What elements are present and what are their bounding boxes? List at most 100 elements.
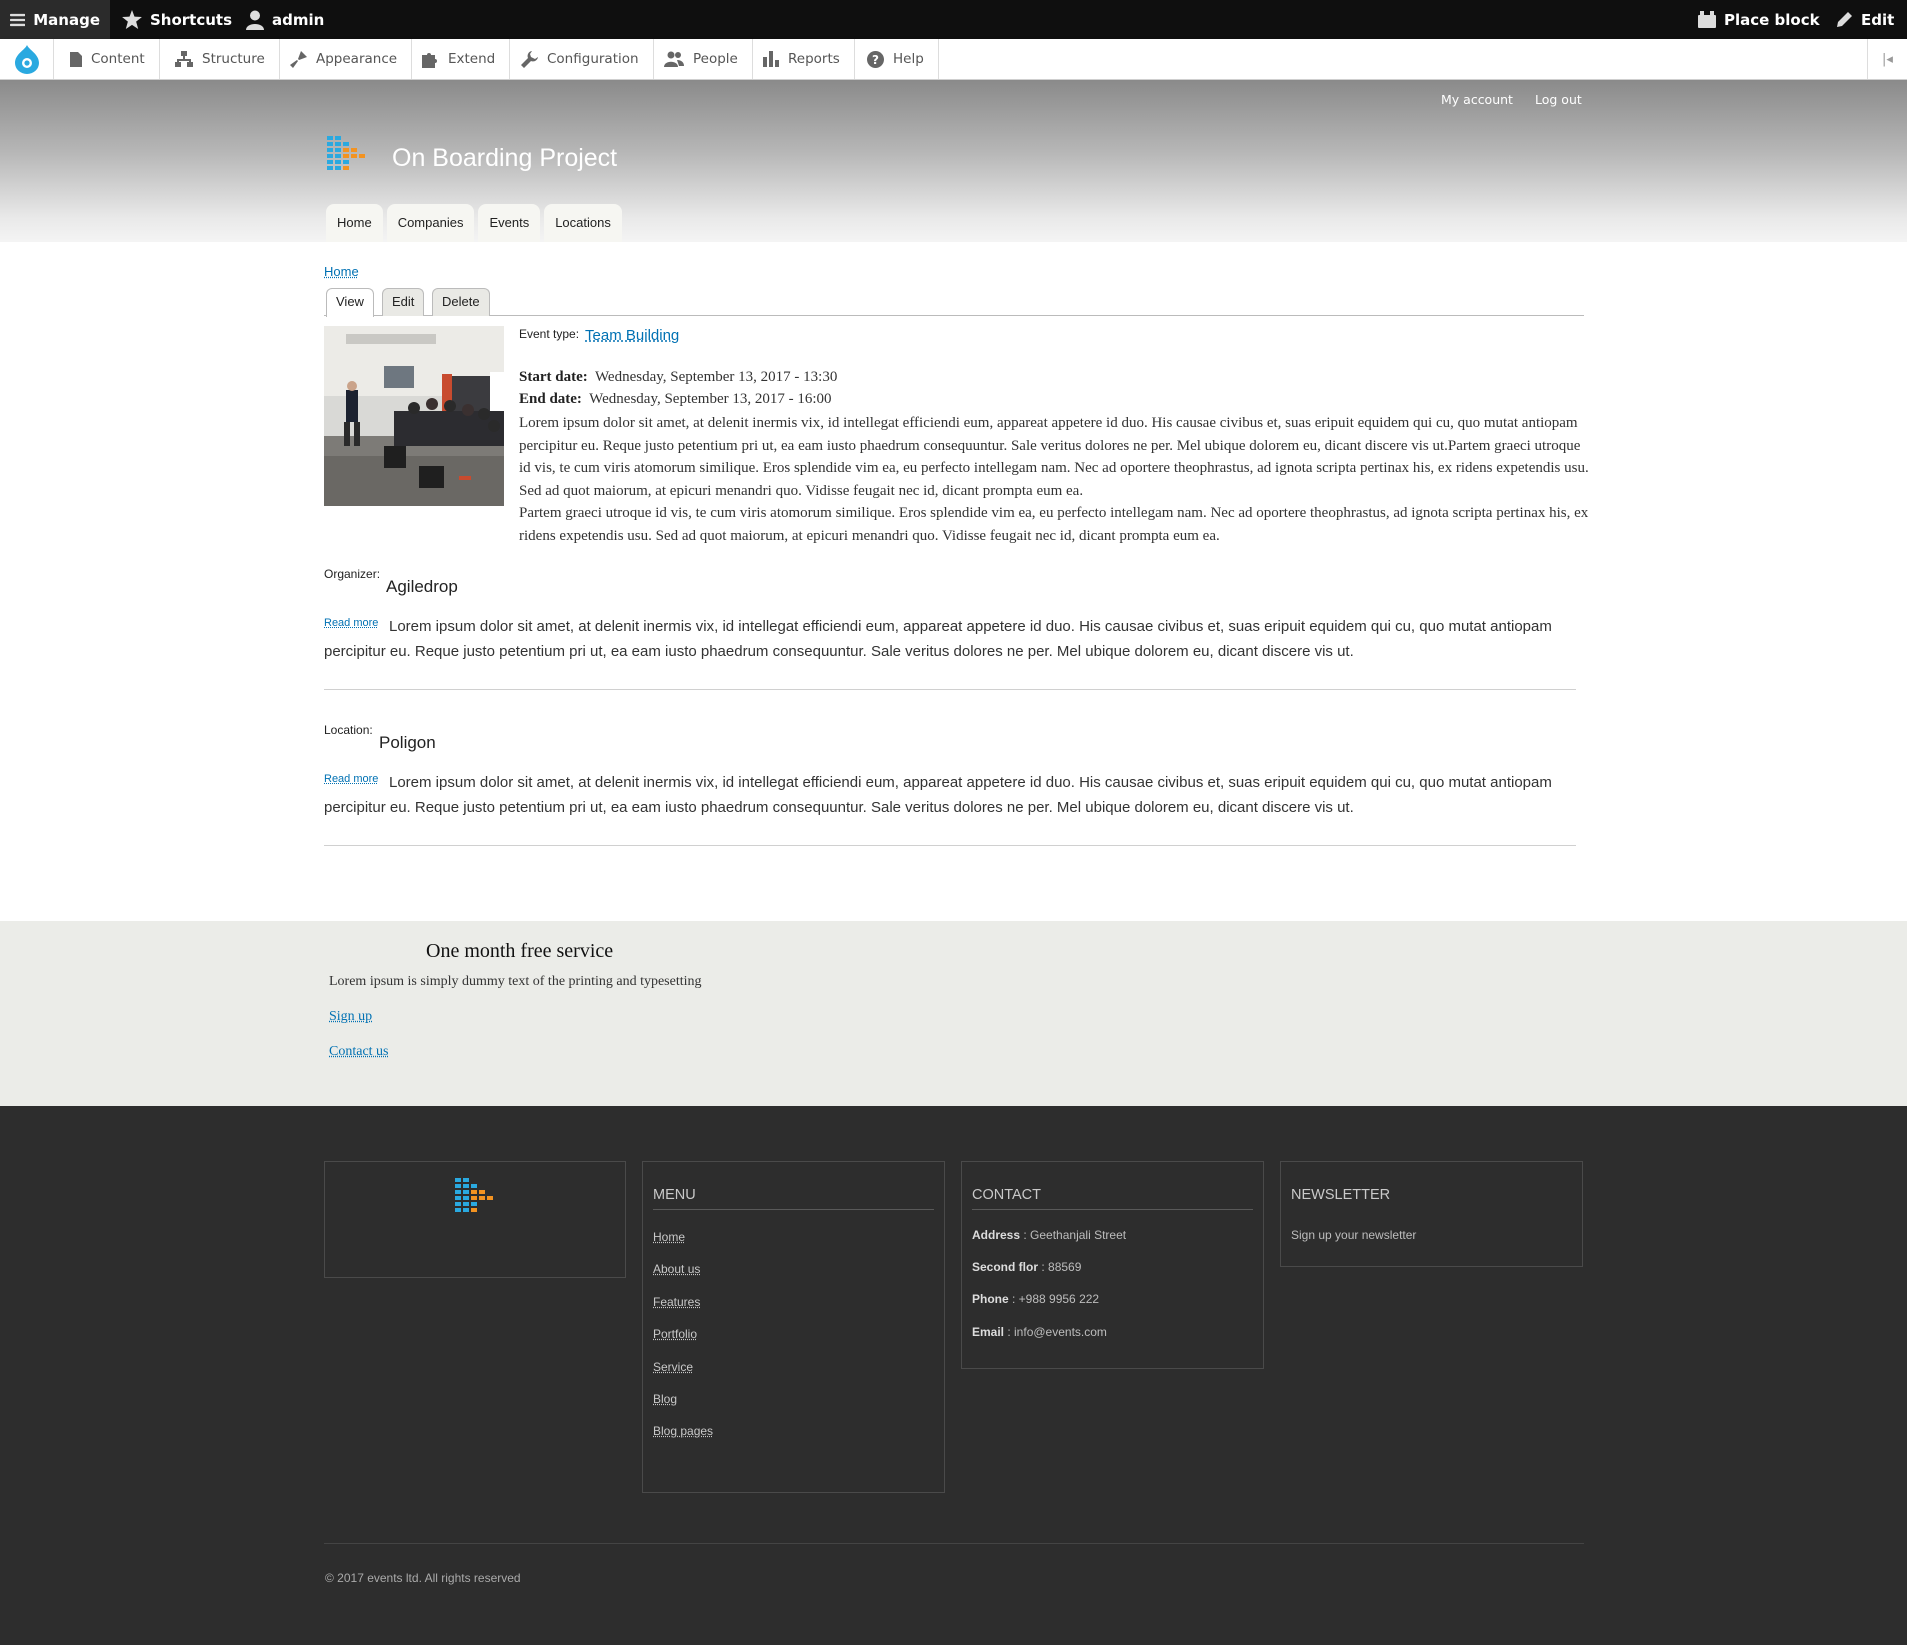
pencil-icon (1837, 12, 1852, 27)
tray-extend[interactable]: Extend (408, 39, 511, 79)
events-logo-icon (327, 136, 365, 170)
tray-structure-label: Structure (202, 51, 265, 67)
contact-address: Address : Geethanjali Street (972, 1228, 1126, 1242)
end-date-value: Wednesday, September 13, 2017 - 16:00 (589, 391, 832, 407)
start-date-row: Start date: Wednesday, September 13, 201… (519, 366, 837, 388)
shortcuts-button[interactable]: Shortcuts (112, 0, 242, 39)
user-button[interactable]: admin (236, 0, 334, 39)
footer-link-blog[interactable]: Blog (653, 1392, 677, 1406)
user-icon (246, 10, 264, 30)
footer-newsletter-block: NEWSLETTER Sign up your newsletter (1280, 1161, 1583, 1267)
admin-tray: Content Structure Appearance Extend Conf… (0, 39, 1907, 80)
footer-menu-title: MENU (653, 1187, 934, 1210)
place-block-label: Place block (1724, 10, 1820, 29)
nav-home[interactable]: Home (326, 204, 383, 242)
organizer-label: Organizer: (324, 567, 381, 581)
edit-label: Edit (1861, 10, 1895, 29)
contact-email-value: : info@events.com (1004, 1325, 1107, 1339)
tray-configuration-label: Configuration (547, 51, 639, 67)
footer-contact-block: CONTACT Address : Geethanjali Street Sec… (961, 1161, 1264, 1369)
people-icon (664, 51, 684, 67)
end-date-label: End date: (519, 391, 582, 407)
event-image (324, 326, 504, 506)
tab-delete[interactable]: Delete (432, 288, 490, 316)
location-name: Poligon (379, 733, 436, 752)
footer-link-service[interactable]: Service (653, 1360, 693, 1374)
collapse-icon: |◂ (1882, 51, 1893, 67)
footer-link-features[interactable]: Features (653, 1295, 700, 1309)
site-logo[interactable] (327, 136, 369, 176)
event-body: Lorem ipsum dolor sit amet, at delenit i… (519, 412, 1589, 547)
footer-newsletter-title: NEWSLETTER (1291, 1187, 1391, 1203)
footer-divider (324, 1543, 1584, 1544)
my-account-link[interactable]: My account (1441, 92, 1513, 107)
event-type-label: Event type: (519, 327, 580, 341)
svg-text:?: ? (872, 53, 879, 67)
location-read-more-link[interactable]: Read more (324, 773, 378, 785)
contact-email: Email : info@events.com (972, 1325, 1107, 1339)
nav-events[interactable]: Events (478, 204, 541, 242)
contact-floor-value: : 88569 (1038, 1260, 1082, 1274)
contact-phone-label: Phone (972, 1292, 1009, 1306)
tray-people-label: People (693, 51, 738, 67)
tray-people[interactable]: People (650, 39, 753, 79)
location-label: Location: (324, 723, 373, 737)
site-header: My account Log out On Boarding Project H… (0, 80, 1907, 242)
log-out-link[interactable]: Log out (1535, 92, 1582, 107)
contact-floor: Second flor : 88569 (972, 1260, 1081, 1274)
event-type-field: Event type: Team Building (519, 327, 679, 344)
edit-mode-button[interactable]: Edit (1826, 0, 1904, 39)
start-date-value: Wednesday, September 13, 2017 - 13:30 (594, 369, 838, 385)
help-icon: ? (867, 50, 884, 68)
tray-reports[interactable]: Reports (749, 39, 855, 79)
newsletter-text: Sign up your newsletter (1291, 1228, 1417, 1242)
tray-structure[interactable]: Structure (161, 39, 280, 79)
tab-view[interactable]: View (326, 288, 374, 317)
contact-floor-label: Second flor (972, 1260, 1039, 1274)
hamburger-icon (10, 13, 26, 26)
footer-contact-title: CONTACT (972, 1187, 1253, 1210)
end-date-row: End date: Wednesday, September 13, 2017 … (519, 388, 837, 410)
site-name[interactable]: On Boarding Project (392, 144, 617, 173)
tray-content-label: Content (91, 51, 145, 67)
footer-link-about-us[interactable]: About us (653, 1262, 700, 1276)
tray-help[interactable]: ? Help (853, 39, 939, 79)
shortcuts-label: Shortcuts (150, 10, 233, 29)
nav-companies[interactable]: Companies (386, 204, 475, 242)
copyright: © 2017 events ltd. All rights reserved (325, 1571, 521, 1585)
tray-extend-label: Extend (448, 51, 496, 67)
drupal-logo-icon (14, 45, 39, 74)
main-navigation: Home Companies Events Locations (326, 204, 622, 242)
contact-phone-value: : +988 9956 222 (1008, 1292, 1100, 1306)
event-type-link[interactable]: Team Building (585, 327, 679, 344)
location-description: Lorem ipsum dolor sit amet, at delenit i… (324, 774, 1552, 816)
admin-toolbar: Manage Shortcuts admin Place block Edit (0, 0, 1907, 39)
footer-link-portfolio[interactable]: Portfolio (653, 1327, 697, 1341)
sign-up-link[interactable]: Sign up (329, 1009, 372, 1025)
footer-link-blog-pages[interactable]: Blog pages (653, 1424, 713, 1438)
manage-button[interactable]: Manage (0, 0, 110, 39)
tab-edit[interactable]: Edit (382, 288, 425, 316)
puzzle-icon (422, 52, 437, 68)
organizer-read-more-link[interactable]: Read more (324, 617, 378, 629)
breadcrumb-home[interactable]: Home (324, 264, 359, 279)
contact-address-label: Address (972, 1228, 1021, 1242)
tray-content[interactable]: Content (56, 39, 160, 79)
drupal-home-link[interactable] (0, 39, 54, 79)
star-icon (122, 10, 142, 29)
place-block-button[interactable]: Place block (1688, 0, 1830, 39)
local-tasks: View Edit Delete (324, 288, 1584, 317)
footer-link-home[interactable]: Home (653, 1230, 685, 1244)
tray-orientation-toggle[interactable]: |◂ (1867, 39, 1907, 79)
contact-us-link[interactable]: Contact us (329, 1044, 389, 1060)
tray-configuration[interactable]: Configuration (507, 39, 654, 79)
brush-icon (290, 50, 307, 68)
file-icon (70, 51, 82, 67)
sitemap-icon (175, 51, 193, 67)
divider (324, 689, 1576, 690)
nav-locations[interactable]: Locations (544, 204, 622, 242)
tray-appearance[interactable]: Appearance (276, 39, 413, 79)
body-paragraph-1: Lorem ipsum dolor sit amet, at delenit i… (519, 415, 1589, 499)
contact-email-label: Email (972, 1325, 1005, 1339)
contact-phone: Phone : +988 9956 222 (972, 1292, 1099, 1306)
